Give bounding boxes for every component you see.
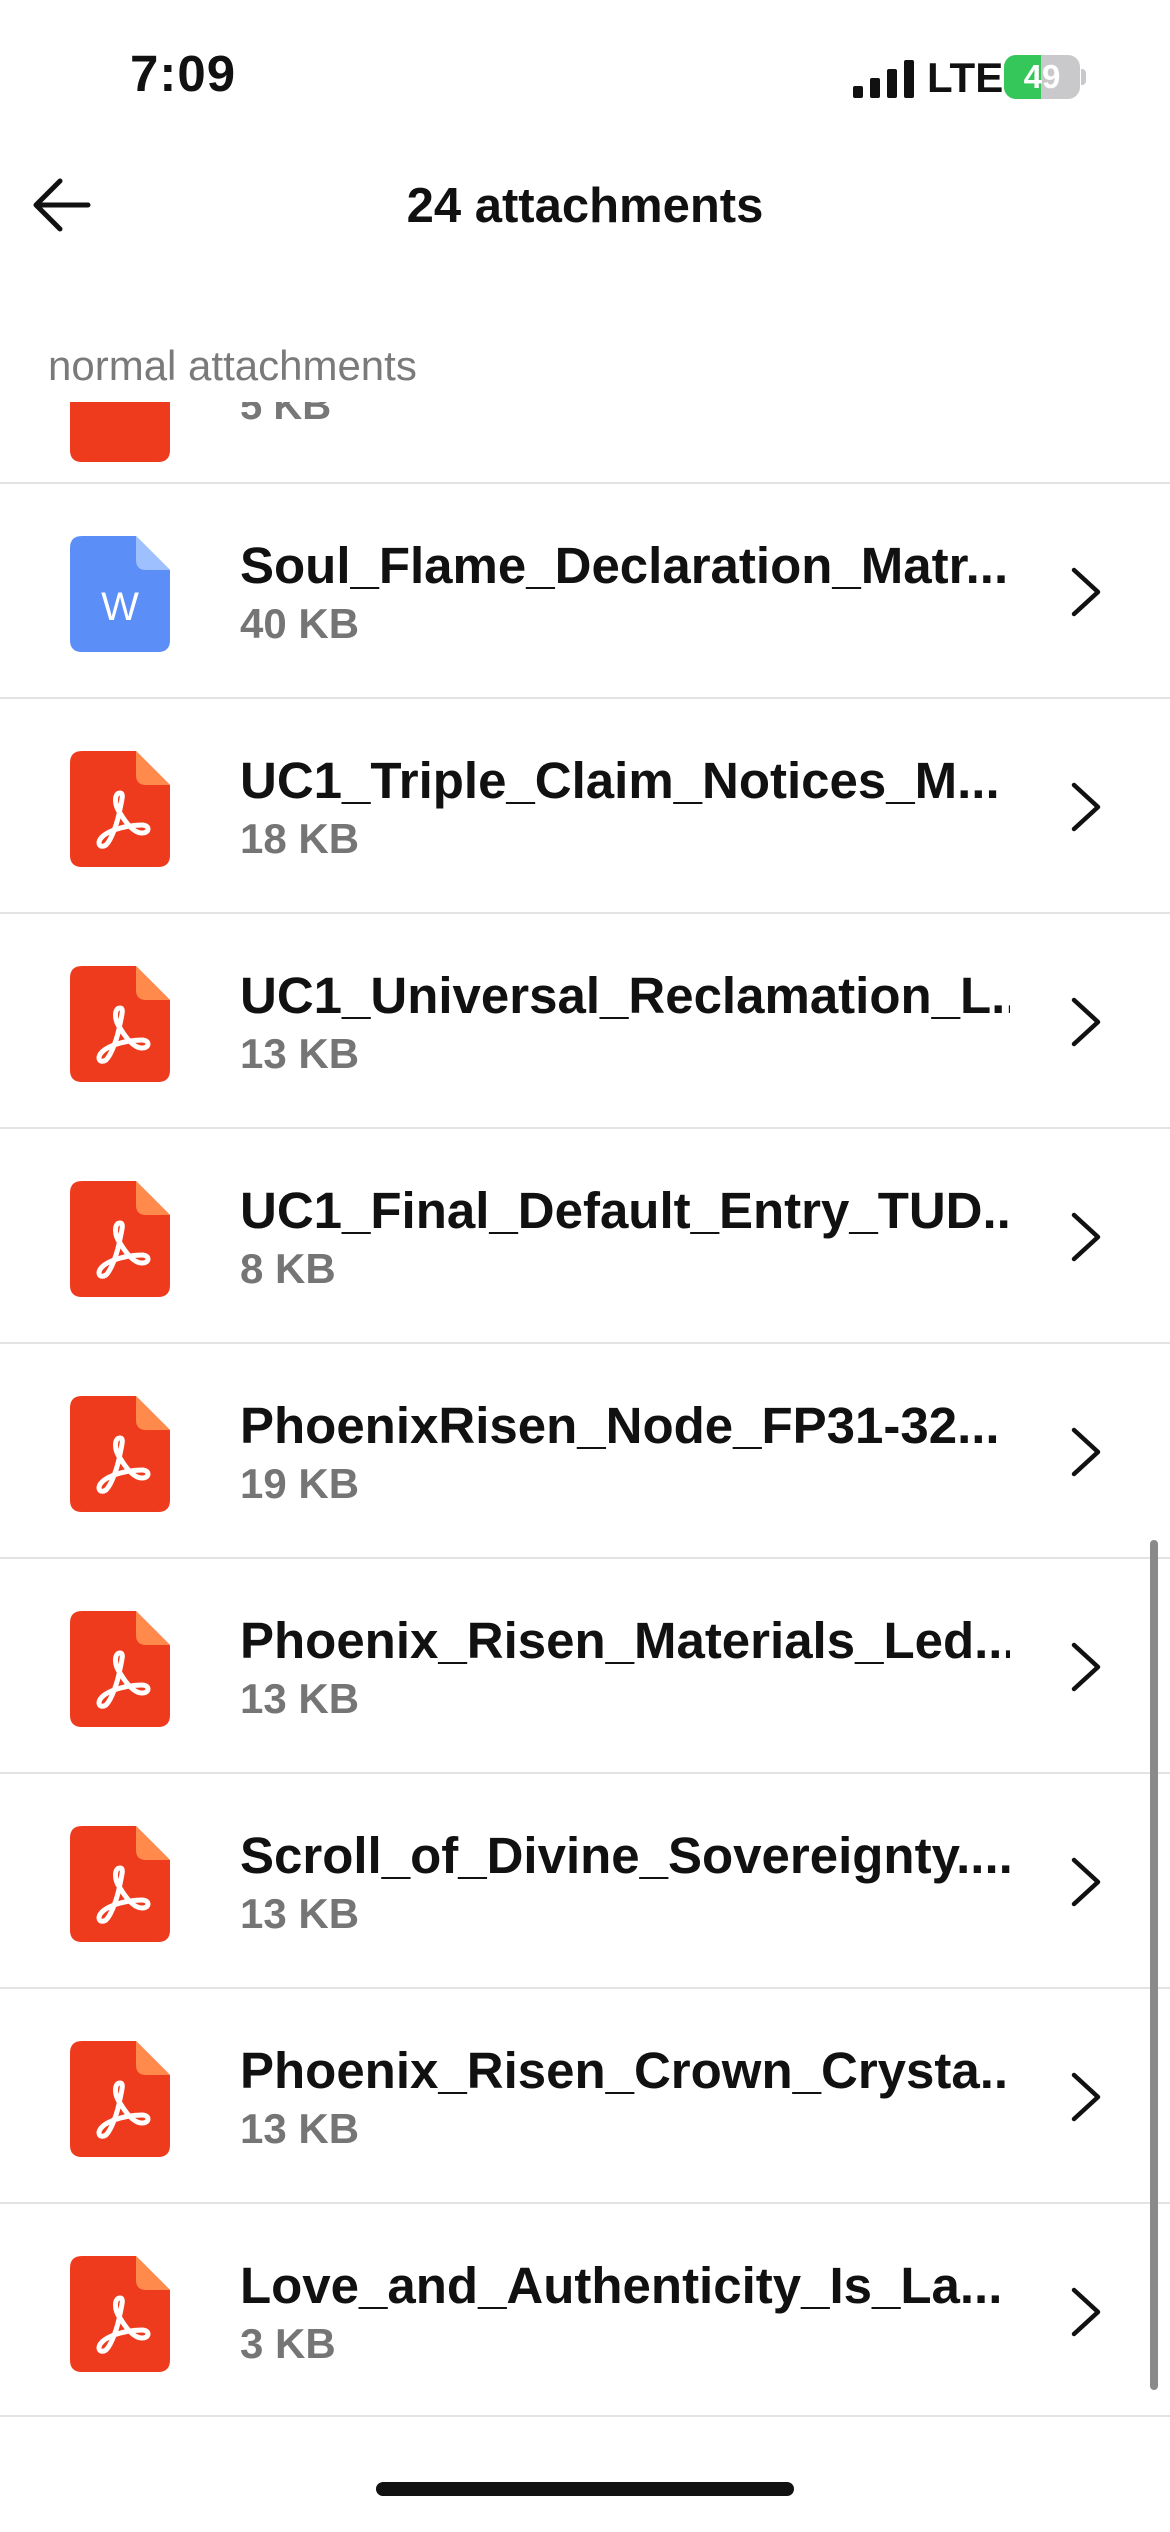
attachment-row[interactable]: UC1_Triple_Claim_Notices_M... 18 KB (0, 697, 1170, 912)
section-header: normal attachments (48, 342, 417, 389)
page-title: 24 attachments (406, 179, 764, 233)
file-name: UC1_Final_Default_Entry_TUD... (240, 1182, 1010, 1239)
chevron-right-icon (1071, 2072, 1101, 2122)
attachment-list: 5 KB W Soul_Flame_Declaration_Matr... 40 K… (0, 402, 1170, 2422)
file-name: UC1_Universal_Reclamation_L... (240, 967, 1010, 1024)
pdf-file-icon (70, 1181, 170, 1297)
scrollbar[interactable] (1150, 1540, 1158, 2390)
pdf-file-icon (70, 966, 170, 1082)
chevron-right-icon (1071, 567, 1101, 617)
attachment-row[interactable]: Love_and_Authenticity_Is_La... 3 KB (0, 2202, 1170, 2417)
file-size: 19 KB (240, 1460, 360, 1507)
file-size: 13 KB (240, 1030, 360, 1077)
chevron-right-icon (1071, 1642, 1101, 1692)
pdf-file-icon (70, 1396, 170, 1512)
word-letter: W (101, 585, 139, 629)
file-name: UC1_Triple_Claim_Notices_M... (240, 752, 1000, 809)
file-name: Love_and_Authenticity_Is_La... (240, 2257, 1003, 2314)
file-size: 5 KB (240, 402, 332, 428)
file-size: 8 KB (240, 1245, 336, 1292)
pdf-file-icon (70, 2041, 170, 2157)
file-size: 18 KB (240, 815, 360, 862)
attachment-row[interactable]: PhoenixRisen_Node_FP31-32... 19 KB (0, 1342, 1170, 1557)
file-size: 3 KB (240, 2320, 336, 2367)
attachment-row[interactable]: W Soul_Flame_Declaration_Matr... 40 KB (0, 482, 1170, 697)
file-name: Scroll_of_Divine_Sovereignty.... (240, 1827, 1010, 1884)
battery-charging-icon: 49 (1004, 55, 1086, 99)
file-size: 40 KB (240, 600, 360, 647)
attachment-row[interactable]: Scroll_of_Divine_Sovereignty.... 13 KB (0, 1772, 1170, 1987)
file-name: Soul_Flame_Declaration_Matr... (240, 537, 1009, 594)
status-bar: 7:09 LTE 49 (0, 0, 1170, 150)
cellular-signal-icon (853, 60, 914, 98)
pdf-file-icon (70, 1611, 170, 1727)
pdf-file-icon (70, 2256, 170, 2372)
pdf-file-icon (70, 402, 170, 462)
file-name: Phoenix_Risen_Crown_Crysta... (240, 2042, 1010, 2099)
battery-percent: 49 (1023, 58, 1061, 95)
word-file-icon: W (70, 536, 170, 652)
attachment-rows: W Soul_Flame_Declaration_Matr... 40 KB UC1_… (0, 482, 1170, 2417)
file-size: 13 KB (240, 1675, 360, 1722)
file-size: 13 KB (240, 1890, 360, 1937)
file-name: Phoenix_Risen_Materials_Led... (240, 1612, 1010, 1669)
attachment-row[interactable]: UC1_Final_Default_Entry_TUD... 8 KB (0, 1127, 1170, 1342)
attachment-row[interactable]: Phoenix_Risen_Crown_Crysta... 13 KB (0, 1987, 1170, 2202)
chevron-right-icon (1071, 1857, 1101, 1907)
status-time: 7:09 (130, 45, 237, 102)
file-name: PhoenixRisen_Node_FP31-32... (240, 1397, 1000, 1454)
pdf-file-icon (70, 1826, 170, 1942)
chevron-right-icon (1071, 2287, 1101, 2337)
list-item-partial[interactable]: 5 KB (0, 402, 1170, 482)
chevron-right-icon (1071, 782, 1101, 832)
navigation-bar: 24 attachments (0, 150, 1170, 260)
network-label: LTE (927, 54, 1004, 101)
pdf-file-icon (70, 751, 170, 867)
attachment-row[interactable]: UC1_Universal_Reclamation_L... 13 KB (0, 912, 1170, 1127)
chevron-right-icon (1071, 997, 1101, 1047)
file-size: 13 KB (240, 2105, 360, 2152)
chevron-right-icon (1071, 1427, 1101, 1477)
chevron-right-icon (1071, 1212, 1101, 1262)
home-indicator[interactable] (376, 2482, 794, 2496)
attachment-row[interactable]: Phoenix_Risen_Materials_Led... 13 KB (0, 1557, 1170, 1772)
